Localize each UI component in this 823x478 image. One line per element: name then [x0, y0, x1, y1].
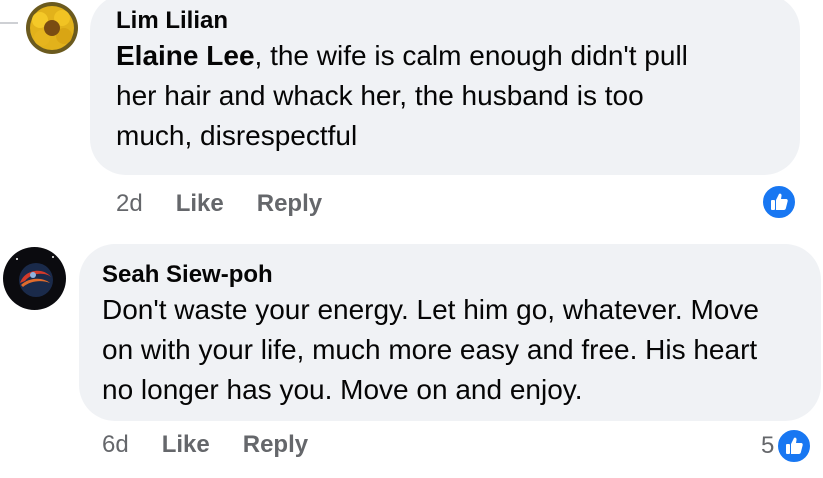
- like-button[interactable]: Like: [162, 431, 210, 459]
- reply-button[interactable]: Reply: [257, 190, 322, 218]
- comment-actions: 2d Like Reply: [116, 190, 322, 218]
- thread-connector-line: [0, 22, 18, 24]
- reaction-summary[interactable]: [759, 184, 797, 220]
- comment-timestamp[interactable]: 2d: [116, 190, 143, 218]
- reply-button[interactable]: Reply: [243, 431, 308, 459]
- comment-bubble: Seah Siew-poh Don't waste your energy. L…: [79, 244, 821, 421]
- comment-thread: Lim Lilian Elaine Lee, the wife is calm …: [0, 0, 823, 478]
- mentioned-user[interactable]: Elaine Lee: [116, 40, 255, 71]
- comment-text-line: Don't waste your energy. Let him go, wha…: [102, 294, 759, 325]
- comment-author[interactable]: Seah Siew-poh: [102, 260, 821, 290]
- sunflower-avatar-icon: [26, 2, 78, 54]
- comment-actions: 6d Like Reply: [102, 431, 308, 459]
- thumbs-up-icon: [776, 428, 813, 464]
- comment-text-line: much, disrespectful: [116, 120, 358, 151]
- comment-bubble: Lim Lilian Elaine Lee, the wife is calm …: [90, 0, 800, 175]
- comment-text-line: on with your life, much more easy and fr…: [102, 334, 758, 365]
- avatar-seah-siew-poh[interactable]: [3, 247, 66, 310]
- avatar-lim-lilian[interactable]: [26, 2, 78, 54]
- comment-text: Elaine Lee, the wife is calm enough didn…: [116, 36, 800, 76]
- comment-text-line: her hair and whack her, the husband is t…: [116, 80, 644, 111]
- reaction-count: 5: [761, 432, 775, 459]
- comment-text-line: no longer has you. Move on and enjoy.: [102, 374, 583, 405]
- comment-timestamp[interactable]: 6d: [102, 431, 129, 459]
- reaction-summary[interactable]: 5: [761, 428, 813, 464]
- dark-earth-avatar-icon: [3, 247, 66, 310]
- like-button[interactable]: Like: [176, 190, 224, 218]
- comment-text-line: , the wife is calm enough didn't pull: [254, 40, 688, 71]
- comment-author[interactable]: Lim Lilian: [116, 6, 800, 36]
- thumbs-up-icon: [761, 184, 797, 220]
